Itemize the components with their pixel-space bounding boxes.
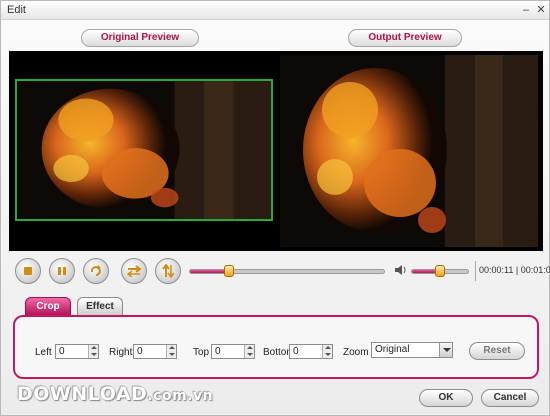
output-preview-image	[280, 55, 538, 247]
watermark-logo: DOWNLOAD.com.vn	[17, 383, 213, 405]
flip-horizontal-icon	[122, 259, 146, 283]
pause-button[interactable]	[49, 258, 75, 284]
left-label: Left	[35, 347, 52, 358]
spin-arrows-icon[interactable]	[244, 345, 254, 358]
flip-horizontal-button[interactable]	[121, 258, 147, 284]
title-bar[interactable]: Edit – ✕	[1, 1, 549, 20]
original-preview-label: Original Preview	[81, 29, 199, 47]
volume-slider[interactable]	[411, 265, 469, 277]
snapshot-icon	[84, 259, 108, 283]
top-value[interactable]: 0	[215, 346, 221, 357]
output-preview	[280, 55, 538, 247]
flip-vertical-icon	[156, 259, 180, 283]
cancel-button[interactable]: Cancel	[481, 389, 539, 407]
seek-bar[interactable]	[189, 265, 385, 277]
right-stepper[interactable]: 0	[133, 344, 177, 359]
crop-panel: Left 0 Right 0 Top 0 Bottom 0 Zoom Origi…	[13, 315, 539, 379]
top-label: Top	[193, 347, 210, 358]
output-preview-label: Output Preview	[348, 29, 462, 47]
stop-icon	[16, 259, 40, 283]
watermark-text: DOWNLOAD	[17, 383, 148, 405]
minimize-button[interactable]: –	[519, 3, 533, 17]
bottom-value[interactable]: 0	[293, 346, 299, 357]
divider	[475, 261, 476, 281]
edit-dialog: Edit – ✕ Original Preview Output Preview	[0, 0, 550, 416]
window-title: Edit	[7, 4, 26, 16]
original-preview[interactable]	[15, 79, 273, 221]
tab-crop[interactable]: Crop	[25, 297, 71, 315]
top-stepper[interactable]: 0	[211, 344, 255, 359]
flip-vertical-button[interactable]	[155, 258, 181, 284]
zoom-value: Original	[375, 344, 410, 355]
pause-icon	[50, 259, 74, 283]
seek-handle[interactable]	[224, 265, 234, 277]
bottom-stepper[interactable]: 0	[289, 344, 333, 359]
reset-button[interactable]: Reset	[469, 342, 525, 360]
zoom-select[interactable]: Original	[371, 342, 453, 358]
stop-button[interactable]	[15, 258, 41, 284]
original-preview-image	[17, 81, 271, 219]
volume-icon[interactable]	[394, 263, 408, 277]
left-value[interactable]: 0	[59, 346, 65, 357]
playback-controls: 00:00:11 | 00:01:01	[9, 255, 550, 287]
right-value[interactable]: 0	[137, 346, 143, 357]
close-button[interactable]: ✕	[534, 3, 548, 17]
left-stepper[interactable]: 0	[55, 344, 99, 359]
chevron-down-icon[interactable]	[439, 343, 452, 357]
ok-button[interactable]: OK	[419, 389, 473, 407]
right-label: Right	[109, 347, 133, 358]
time-display: 00:00:11 | 00:01:01	[479, 265, 550, 275]
spin-arrows-icon[interactable]	[166, 345, 176, 358]
volume-handle[interactable]	[435, 265, 445, 277]
video-preview-area	[9, 51, 543, 251]
tab-effect[interactable]: Effect	[77, 297, 123, 315]
snapshot-button[interactable]	[83, 258, 109, 284]
spin-arrows-icon[interactable]	[322, 345, 332, 358]
zoom-label: Zoom	[343, 347, 369, 358]
watermark-domain: .com.vn	[147, 388, 214, 404]
spin-arrows-icon[interactable]	[88, 345, 98, 358]
